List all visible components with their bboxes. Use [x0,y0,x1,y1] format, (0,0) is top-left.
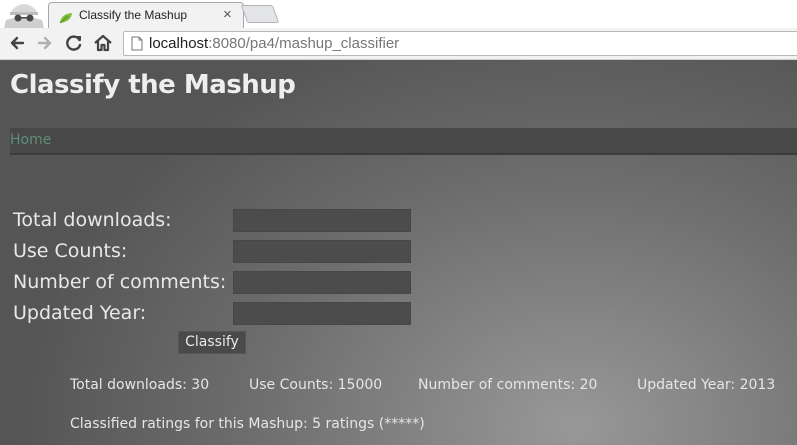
home-icon[interactable] [92,32,114,54]
classify-button[interactable]: Classify [178,331,246,354]
page-title: Classify the Mashup [10,70,296,100]
comments-input[interactable] [233,271,411,294]
use-counts-input[interactable] [233,240,411,263]
tab-title: Classify the Mashup [79,8,188,22]
back-arrow-icon[interactable] [6,32,28,54]
total-downloads-label: Total downloads: [13,209,172,231]
updated-year-label: Updated Year: [13,302,147,324]
leaf-icon [59,9,73,24]
url-text: localhost:8080/pa4/mashup_classifier [149,35,399,52]
comments-label: Number of comments: [13,271,227,293]
nav-home-link[interactable]: Home [10,132,51,148]
use-counts-label: Use Counts: [13,240,128,262]
updated-year-input[interactable] [233,302,411,325]
result-updated-year: Updated Year: 2013 [637,377,776,393]
address-bar[interactable]: localhost:8080/pa4/mashup_classifier [123,31,797,56]
url-host: localhost [149,35,209,52]
browser-toolbar: localhost:8080/pa4/mashup_classifier [0,28,797,60]
url-path: :8080/pa4/mashup_classifier [208,35,400,52]
forward-arrow-icon[interactable] [34,32,56,54]
tab-close-icon[interactable]: × [223,6,232,24]
result-comments: Number of comments: 20 [418,377,598,393]
page-content: Classify the Mashup Home Total downloads… [0,61,797,445]
reload-icon[interactable] [63,32,85,54]
browser-tab[interactable]: Classify the Mashup × [48,2,244,28]
classified-rating: Classified ratings for this Mashup: 5 ra… [70,416,425,432]
incognito-icon [2,0,46,28]
result-downloads: Total downloads: 30 [70,377,210,393]
tab-strip: Classify the Mashup × [0,0,797,28]
nav-bar: Home [10,128,797,155]
result-use-counts: Use Counts: 15000 [249,377,383,393]
new-tab-button[interactable] [240,5,280,23]
total-downloads-input[interactable] [233,209,411,232]
page-icon [131,36,143,51]
